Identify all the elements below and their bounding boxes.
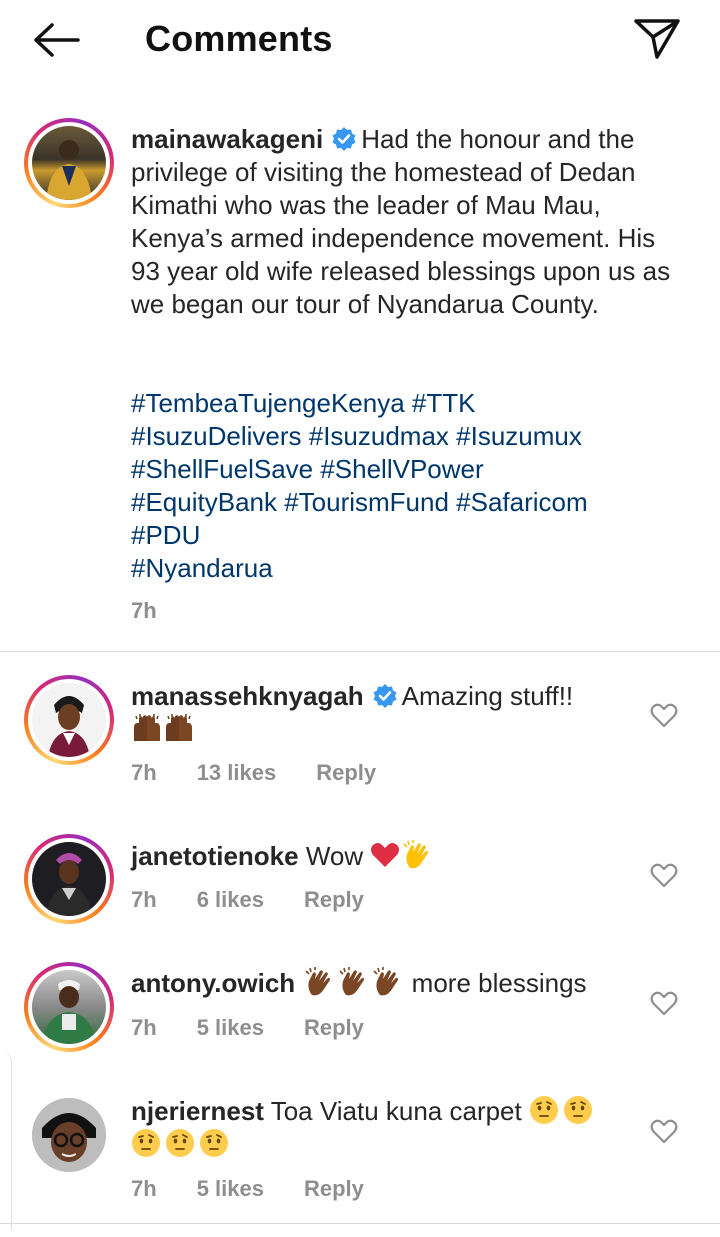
caption-username[interactable]: mainawakageni [131, 124, 323, 154]
avatar-photo [46, 853, 92, 916]
heart-outline-icon[interactable] [650, 1118, 678, 1144]
bottom-divider [0, 1223, 720, 1224]
comment-text: janetotienoke Wow [131, 840, 631, 873]
face-with-raised-eyebrow-emoji-icon [200, 1129, 228, 1157]
hashtag-line[interactable]: #Nyandarua [131, 552, 691, 585]
send-button[interactable] [630, 14, 684, 64]
caption-hashtags: #TembeaTujengeKenya #TTK #IsuzuDelivers … [131, 387, 691, 585]
comment-body: Toa Viatu kuna carpet [270, 1096, 522, 1126]
comment-likes[interactable]: 13 likes [197, 760, 277, 786]
verified-badge-icon [332, 127, 356, 151]
avatar-photo [42, 980, 96, 1044]
comment-avatar[interactable] [24, 962, 114, 1052]
comment-likes[interactable]: 5 likes [197, 1015, 264, 1041]
comment-avatar[interactable] [24, 834, 114, 924]
comment-username[interactable]: antony.owich [131, 968, 295, 998]
paper-plane-icon [634, 19, 680, 59]
face-with-raised-eyebrow-emoji-icon [132, 1129, 160, 1157]
heart-outline-icon[interactable] [650, 990, 678, 1016]
avatar-photo [48, 696, 90, 757]
caption-text: mainawakageni Had the honour and the pri… [131, 123, 671, 321]
scroll-edge-divider [0, 1050, 12, 1230]
comment-text: manassehknyagah Amazing stuff!! [131, 680, 631, 746]
raising-hands-emoji-icon [166, 714, 192, 741]
header-bar: Comments [0, 0, 720, 80]
page-title: Comments [145, 18, 333, 59]
verified-badge-icon [373, 684, 397, 708]
comment-avatar[interactable] [32, 1098, 106, 1172]
clapping-hands-emoji-icon [373, 967, 399, 996]
avatar-photo [46, 140, 92, 200]
hashtag-line[interactable]: #TembeaTujengeKenya #TTK [131, 387, 691, 420]
comment-meta: 7h 5 likes Reply [131, 1176, 404, 1202]
caption-meta: 7h [131, 598, 197, 624]
face-with-raised-eyebrow-emoji-icon [166, 1129, 194, 1157]
comment-username[interactable]: manassehknyagah [131, 681, 364, 711]
comment-body: Wow [305, 841, 364, 871]
face-with-raised-eyebrow-emoji-icon [563, 1096, 592, 1124]
reply-button[interactable]: Reply [304, 1015, 364, 1041]
comment-time: 7h [131, 1176, 157, 1201]
comment-likes[interactable]: 6 likes [197, 887, 264, 913]
comment-time: 7h [131, 1015, 157, 1040]
arrow-left-icon [34, 23, 80, 57]
raising-hands-emoji-icon [134, 714, 160, 741]
comment-body: more blessings [411, 968, 587, 998]
comment-time: 7h [131, 887, 157, 912]
clapping-hands-emoji-icon [403, 840, 429, 869]
comment-time: 7h [131, 760, 157, 785]
reply-button[interactable]: Reply [304, 1176, 364, 1202]
red-heart-emoji-icon [371, 843, 400, 867]
reply-button[interactable]: Reply [304, 887, 364, 913]
comment-text: antony.owich more blessings [131, 967, 651, 1000]
caption-time: 7h [131, 598, 157, 623]
caption-divider [0, 651, 720, 652]
avatar-photo [32, 1098, 106, 1172]
comment-meta: 7h 13 likes Reply [131, 760, 416, 786]
comment-body: Amazing stuff!! [401, 681, 574, 711]
heart-outline-icon[interactable] [650, 702, 678, 728]
comment-meta: 7h 6 likes Reply [131, 887, 404, 913]
comment-username[interactable]: njeriernest [131, 1096, 264, 1126]
clapping-hands-emoji-icon [305, 967, 331, 996]
hashtag-line[interactable]: #ShellFuelSave #ShellVPower [131, 453, 691, 486]
back-button[interactable] [30, 18, 82, 62]
hashtag-line[interactable]: #PDU [131, 519, 691, 552]
face-with-raised-eyebrow-emoji-icon [529, 1096, 558, 1124]
comment-meta: 7h 5 likes Reply [131, 1015, 404, 1041]
heart-outline-icon[interactable] [650, 862, 678, 888]
clapping-hands-emoji-icon [339, 967, 365, 996]
caption-avatar[interactable] [24, 118, 114, 208]
comment-likes[interactable]: 5 likes [197, 1176, 264, 1202]
comment-avatar[interactable] [24, 675, 114, 765]
comment-text: njeriernest Toa Viatu kuna carpet [131, 1095, 631, 1161]
comment-username[interactable]: janetotienoke [131, 841, 299, 871]
hashtag-line[interactable]: #IsuzuDelivers #Isuzudmax #Isuzumux [131, 420, 691, 453]
reply-button[interactable]: Reply [316, 760, 376, 786]
hashtag-line[interactable]: #EquityBank #TourismFund #Safaricom [131, 486, 691, 519]
